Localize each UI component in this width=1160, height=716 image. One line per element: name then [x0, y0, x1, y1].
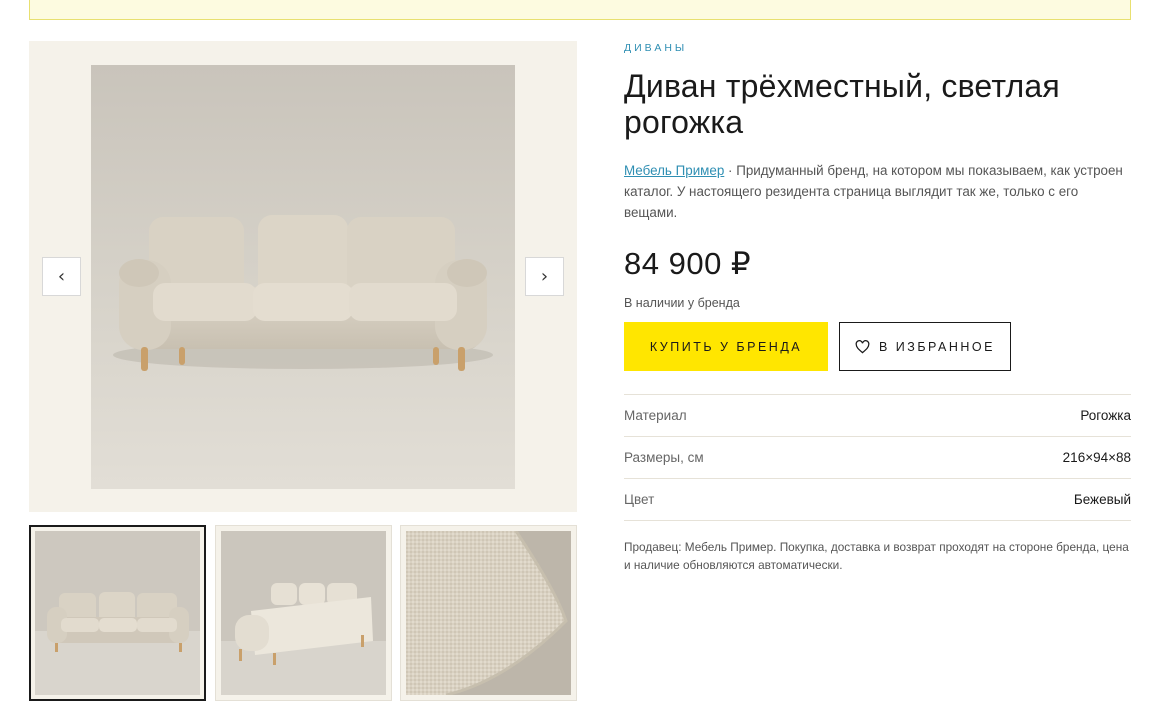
- spec-value: 216×94×88: [1062, 450, 1131, 465]
- buy-button-label: КУПИТЬ У БРЕНДА: [649, 339, 803, 354]
- next-photo-button[interactable]: ›: [525, 257, 564, 296]
- spec-label: Размеры, см: [624, 450, 704, 465]
- chevron-right-icon: ›: [540, 266, 549, 287]
- spec-row-dimensions: Размеры, см 216×94×88: [624, 437, 1131, 479]
- product-title: Диван трёхместный, светлая рогожка: [624, 68, 1060, 140]
- seller-note: Продавец: Мебель Пример. Покупка, достав…: [624, 540, 1129, 572]
- thumbnail-sofa-back[interactable]: [215, 525, 392, 701]
- notice-links: [50, 0, 192, 1]
- thumbnail-strip: [29, 525, 577, 701]
- thumbnail-fabric-closeup[interactable]: [400, 525, 577, 701]
- category-label[interactable]: ДИВАНЫ: [624, 42, 1131, 54]
- thumbnail-image: [221, 531, 386, 695]
- spec-row-color: Цвет Бежевый: [624, 479, 1131, 521]
- spec-label: Материал: [624, 408, 687, 423]
- main-product-photo: ‹ ›: [29, 41, 577, 512]
- sofa-front-image: [91, 65, 515, 489]
- chevron-left-icon: ‹: [57, 266, 66, 287]
- thumbnail-image: [35, 531, 200, 695]
- spec-value: Бежевый: [1073, 492, 1131, 507]
- favorites-button-label: В ИЗБРАННОЕ: [878, 339, 995, 354]
- spec-value: Рогожка: [1080, 408, 1131, 423]
- add-to-favorites-button[interactable]: В ИЗБРАННОЕ: [839, 322, 1011, 371]
- thumbnail-sofa-front[interactable]: [29, 525, 206, 701]
- product-price: 84 900 ₽: [624, 246, 752, 281]
- specs-table: Материал Рогожка Размеры, см 216×94×88 Ц…: [624, 394, 1131, 521]
- heart-icon: [855, 339, 870, 353]
- spec-row-material: Материал Рогожка: [624, 395, 1131, 437]
- thumbnail-image: [406, 531, 571, 695]
- product-info: ДИВАНЫ Диван трёхместный, светлая рогожк…: [624, 40, 1131, 572]
- buy-from-brand-button[interactable]: КУПИТЬ У БРЕНДА: [624, 322, 828, 371]
- notice-banner: [29, 0, 1131, 20]
- product-actions: КУПИТЬ У БРЕНДА В ИЗБРАННОЕ: [624, 322, 1011, 371]
- spec-label: Цвет: [624, 492, 655, 507]
- product-description: Мебель Пример · Придуманный бренд, на ко…: [624, 160, 1131, 223]
- brand-link[interactable]: Мебель Пример: [624, 163, 724, 178]
- prev-photo-button[interactable]: ‹: [42, 257, 81, 296]
- availability-status: В наличии у бренда: [624, 296, 740, 310]
